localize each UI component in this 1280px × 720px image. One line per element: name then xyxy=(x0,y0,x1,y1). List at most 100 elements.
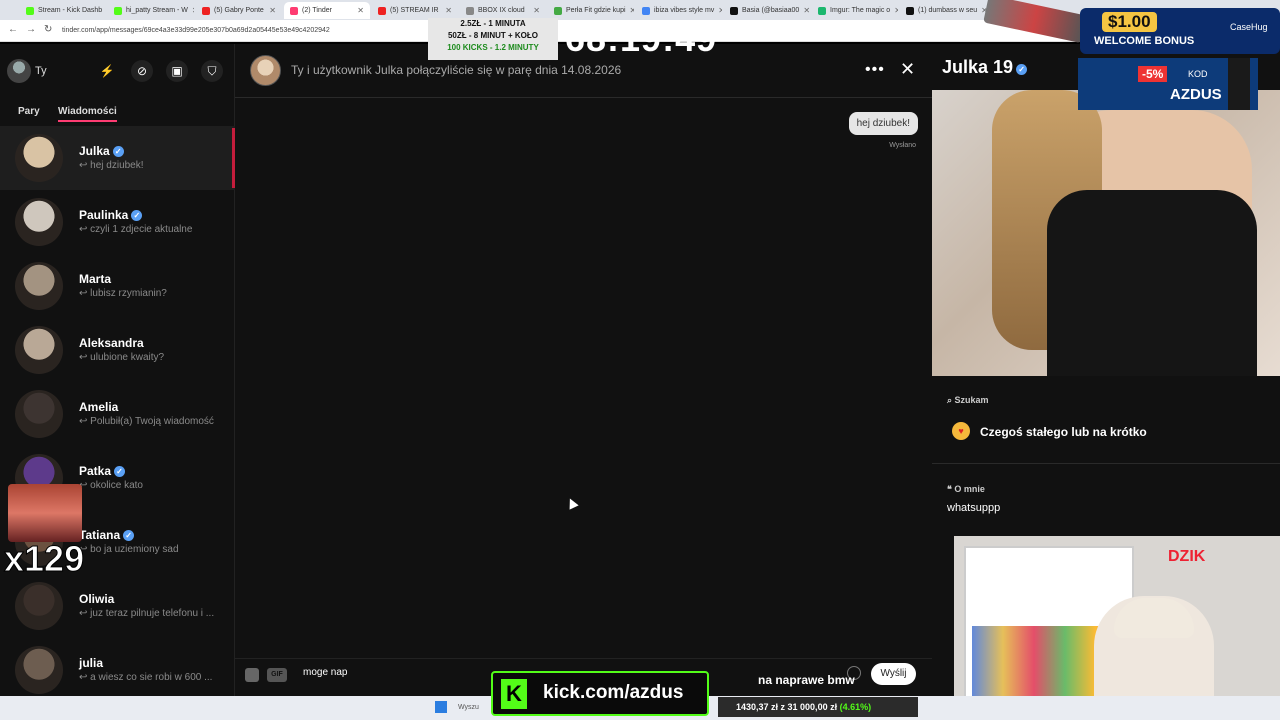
tab-close-icon[interactable]: ✕ xyxy=(269,6,276,15)
tab-favicon-icon xyxy=(290,6,298,15)
browser-tab[interactable]: Perła Fit gdzie kupi ✕ xyxy=(548,2,634,19)
my-profile-label[interactable]: Ty xyxy=(35,65,47,77)
sidebar-header: Ty ⚡ ⊘ ▣ ⛉ xyxy=(0,44,235,98)
verified-icon: ✓ xyxy=(131,210,143,221)
kick-logo-icon: K xyxy=(501,679,527,709)
windows-start-icon[interactable] xyxy=(435,701,447,713)
casino-bonus-banner: $1.00 WELCOME BONUS CaseHug xyxy=(1080,8,1280,54)
conversation-item[interactable]: Oliwia ↩ juz teraz pilnuje telefonu i ... xyxy=(0,574,235,638)
tab-label: Perła Fit gdzie kupi xyxy=(566,7,626,14)
tab-close-icon[interactable]: ✕ xyxy=(718,6,722,15)
conversation-item[interactable]: julia ↩ a wiesz co sie robi w 600 ... xyxy=(0,638,235,702)
heart-eyes-icon: ♥ xyxy=(952,422,970,440)
conversation-preview: ↩ lubisz rzymianin? xyxy=(79,288,167,299)
browser-tab[interactable]: (1) dumbass w seu ✕ xyxy=(900,2,986,19)
browser-tab[interactable]: BBOX IX cloud ✕ xyxy=(460,2,546,19)
conversation-preview: ↩ okolice kato xyxy=(79,480,143,491)
verified-icon: ✓ xyxy=(1016,64,1028,75)
my-avatar[interactable] xyxy=(7,59,31,83)
conversation-item[interactable]: Marta ↩ lubisz rzymianin? xyxy=(0,254,235,318)
browser-tab[interactable]: hi_patty Stream - W ✕ xyxy=(108,2,194,19)
discount-code: AZDUS xyxy=(1170,86,1222,103)
conversation-avatar xyxy=(15,582,63,630)
emote-image xyxy=(8,484,82,542)
conversation-item[interactable]: Paulinka ✓ ↩ czyli 1 zdjecie aktualne xyxy=(0,190,235,254)
explore-icon[interactable]: ⊘ xyxy=(131,60,153,82)
conversation-preview: ↩ juz teraz pilnuje telefonu i ... xyxy=(79,608,215,619)
conversation-name: Aleksandra xyxy=(79,336,144,350)
browser-tab[interactable]: (5) STREAM IR ✕ xyxy=(372,2,458,19)
conversation-preview: ↩ a wiesz co sie robi w 600 ... xyxy=(79,672,213,683)
tab-label: BBOX IX cloud xyxy=(478,7,525,14)
tab-favicon-icon xyxy=(202,6,210,15)
briefcase-icon[interactable]: ▣ xyxy=(166,60,188,82)
tab-favicon-icon xyxy=(114,6,122,15)
url-field[interactable]: tinder.com/app/messages/69ce4a3e33d99e20… xyxy=(62,24,362,38)
forward-icon[interactable]: → xyxy=(26,24,36,35)
conversation-name: Julka ✓ xyxy=(79,144,124,158)
subathon-timer: 68:19:49 xyxy=(565,18,718,59)
browser-tab[interactable]: ibiza vibes style mv ✕ xyxy=(636,2,722,19)
tab-pairs[interactable]: Pary xyxy=(18,106,40,117)
send-button[interactable]: Wyślij xyxy=(871,663,916,685)
tab-messages[interactable]: Wiadomości xyxy=(58,106,117,122)
tab-favicon-icon xyxy=(554,6,562,15)
discount-value: -5% xyxy=(1138,66,1168,82)
sent-message-bubble: hej dziubek! xyxy=(848,112,918,135)
conversation-item[interactable]: Amelia ↩ Polubił(a) Twoją wiadomość xyxy=(0,382,235,446)
boost-icon[interactable]: ⚡ xyxy=(96,60,118,82)
taskbar-search[interactable]: Wyszu xyxy=(458,700,494,715)
conversation-name: Tatiana ✓ xyxy=(79,528,135,542)
conversation-preview: ↩ ulubione kwaity? xyxy=(79,352,165,363)
back-icon[interactable]: ← xyxy=(8,24,18,35)
tab-close-icon[interactable]: ✕ xyxy=(803,6,810,15)
verified-icon: ✓ xyxy=(114,466,126,477)
tab-close-icon[interactable]: ✕ xyxy=(533,6,540,15)
conversation-preview: ↩ hej dziubek! xyxy=(79,160,144,171)
tab-close-icon[interactable]: ✕ xyxy=(630,6,634,15)
discount-label: KOD xyxy=(1188,69,1208,79)
tab-close-icon[interactable]: ✕ xyxy=(894,6,898,15)
profile-name: Julka 19 ✓ xyxy=(942,57,1028,78)
mouse-cursor-icon xyxy=(565,496,579,510)
conversation-preview: ↩ Polubił(a) Twoją wiadomość xyxy=(79,416,214,427)
more-options-icon[interactable]: ••• xyxy=(865,61,885,79)
conversation-name: Amelia xyxy=(79,400,119,414)
verified-icon: ✓ xyxy=(123,530,135,541)
browser-tab[interactable]: (5) Gabry Ponte ✕ xyxy=(196,2,282,19)
browser-tab[interactable]: (2) Tinder ✕ xyxy=(284,2,370,19)
energy-can-image xyxy=(1228,58,1250,110)
shield-icon[interactable]: ⛉ xyxy=(201,60,223,82)
donation-promo: 2.5ZŁ - 1 MINUTA 50ZŁ - 8 MINUT + KOŁO 100… xyxy=(428,18,558,60)
tab-label: (5) Gabry Ponte xyxy=(214,7,264,14)
tab-label: Stream - Kick Dashb xyxy=(38,7,103,14)
emote-multiplier: x129 xyxy=(3,538,85,580)
browser-tab[interactable]: Stream - Kick Dashb✕ xyxy=(20,2,106,19)
conversation-name: julia xyxy=(79,656,104,670)
conversation-preview: ↩ bo ja uziemiony sad xyxy=(79,544,179,555)
tab-close-icon[interactable]: ✕ xyxy=(192,6,194,15)
tab-close-icon[interactable]: ✕ xyxy=(445,6,452,15)
match-avatar[interactable] xyxy=(250,55,281,86)
kick-url: kick.com/azdus xyxy=(543,682,684,703)
conversation-item[interactable]: Aleksandra ↩ ulubione kwaity? xyxy=(0,318,235,382)
conversation-avatar xyxy=(15,646,63,694)
conversation-avatar xyxy=(15,390,63,438)
browser-tab[interactable]: Imgur: The magic o ✕ xyxy=(812,2,898,19)
gif-button[interactable]: GIF xyxy=(267,668,287,682)
conversation-item[interactable]: Julka ✓ ↩ hej dziubek! xyxy=(0,126,235,190)
bonus-text: WELCOME BONUS xyxy=(1094,35,1195,47)
tab-label: (2) Tinder xyxy=(302,7,332,14)
tab-close-icon[interactable]: ✕ xyxy=(357,6,364,15)
sticker-icon[interactable] xyxy=(245,668,259,682)
reload-icon[interactable]: ↻ xyxy=(44,24,52,35)
message-status: Wysłano xyxy=(889,142,916,149)
conversation-avatar xyxy=(15,326,63,374)
conversation-avatar xyxy=(15,134,63,182)
tab-label: Imgur: The magic o xyxy=(830,7,891,14)
tab-label: hi_patty Stream - W xyxy=(126,7,188,14)
close-icon[interactable]: ✕ xyxy=(900,59,915,80)
looking-for-label: ⌕ Szukam xyxy=(947,395,989,405)
profile-photo[interactable] xyxy=(932,90,1280,376)
browser-tab[interactable]: Basia (@basiaa00 ✕ xyxy=(724,2,810,19)
